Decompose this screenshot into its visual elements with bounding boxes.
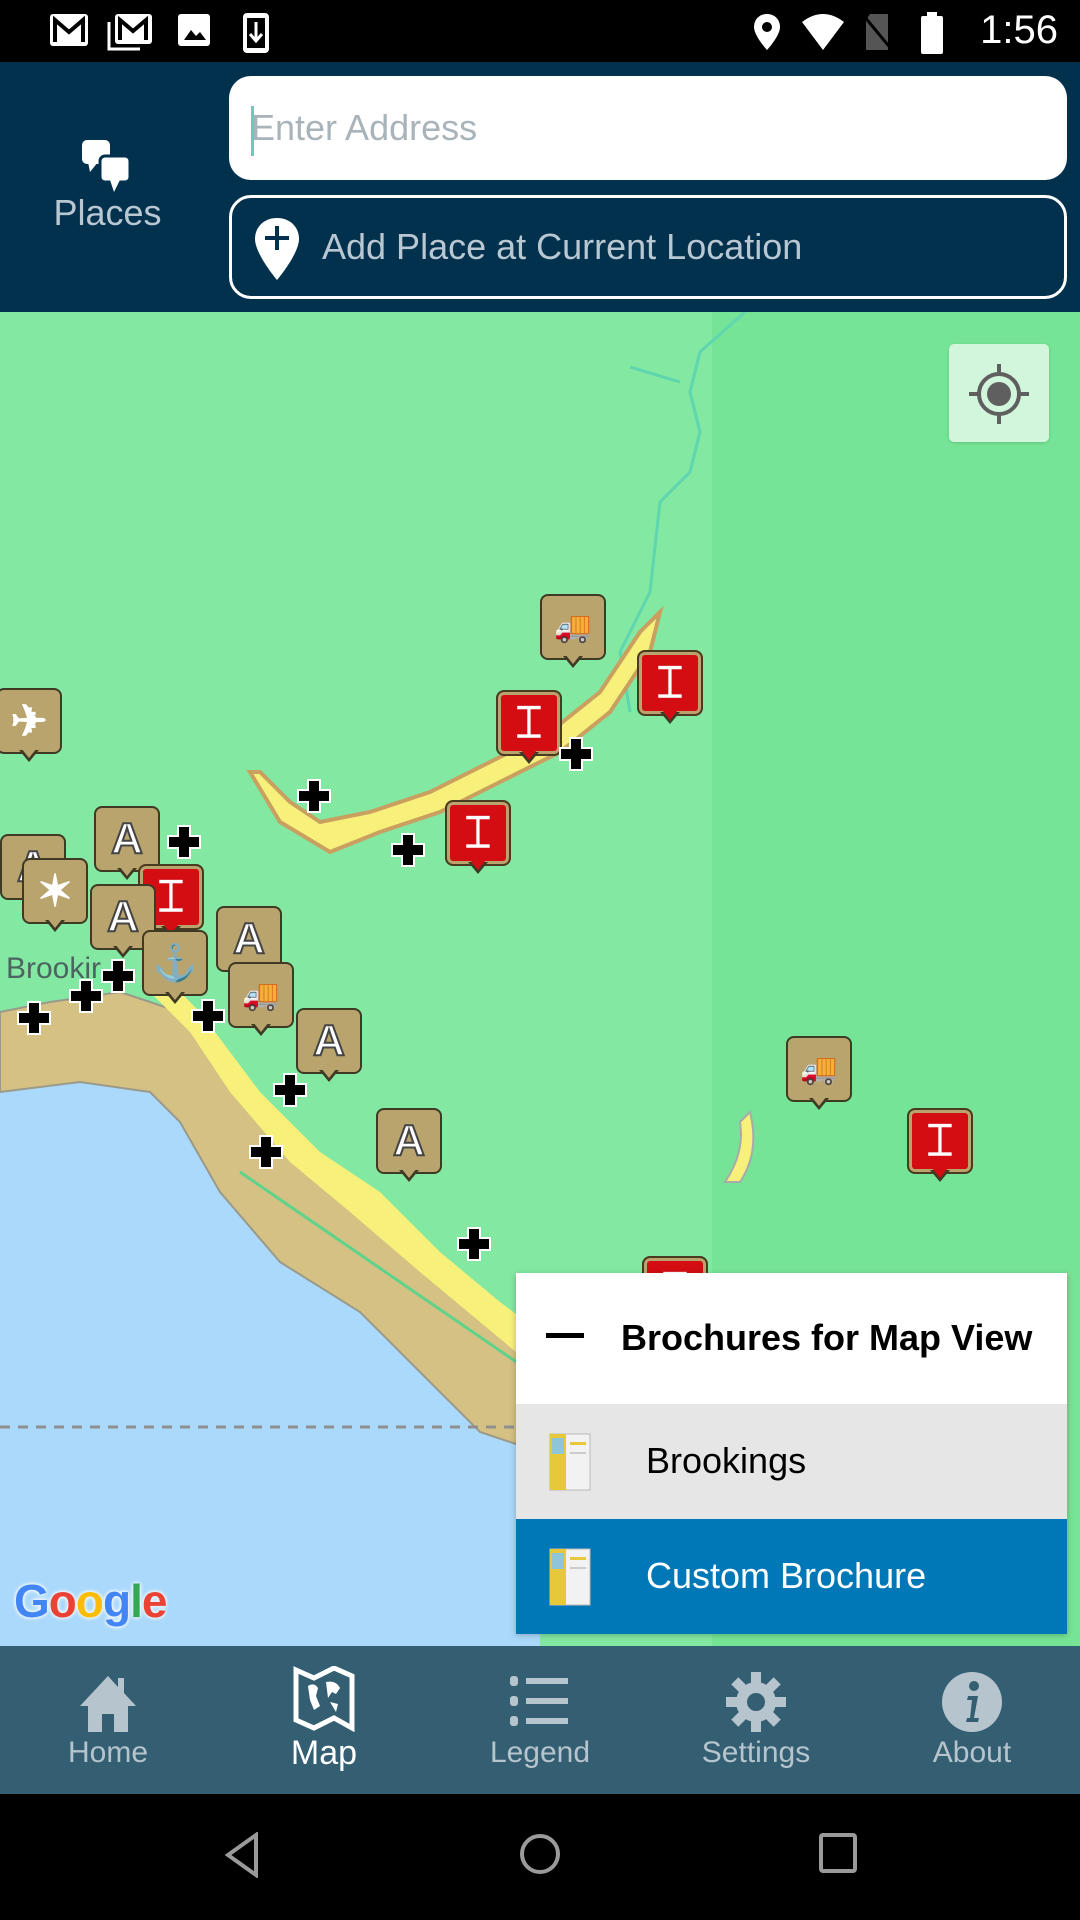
- cross-icon[interactable]: [456, 1226, 492, 1262]
- image-icon: [178, 14, 210, 46]
- map-marker-bridge[interactable]: ⌶: [637, 650, 703, 728]
- my-location-icon: [969, 364, 1029, 424]
- places-icon: [82, 140, 132, 192]
- map-marker-campground[interactable]: A: [376, 1108, 442, 1186]
- cross-icon[interactable]: [190, 998, 226, 1034]
- cross-icon[interactable]: [390, 832, 426, 868]
- cross-icon[interactable]: [272, 1072, 308, 1108]
- info-icon: [942, 1672, 1002, 1732]
- map-marker-bridge[interactable]: ⌶: [907, 1108, 973, 1186]
- places-label: Places: [53, 192, 162, 233]
- bottom-tab-bar: Home Map Legend Settings About: [0, 1646, 1080, 1794]
- map-marker-food-truck[interactable]: 🚚: [786, 1036, 852, 1114]
- brochure-label: Brookings: [646, 1440, 807, 1481]
- cross-icon[interactable]: [100, 958, 136, 994]
- tab-label: Home: [67, 1736, 149, 1769]
- list-icon: [510, 1676, 568, 1726]
- download-icon: [243, 13, 269, 53]
- cross-icon[interactable]: [166, 824, 202, 860]
- map-marker-sheriff[interactable]: ✶: [22, 858, 88, 936]
- tab-label: About: [932, 1736, 1012, 1769]
- map-marker-airport[interactable]: ✈: [0, 688, 62, 766]
- my-location-button[interactable]: [949, 344, 1049, 442]
- map-town-label: Brookir: [6, 952, 102, 985]
- cross-icon[interactable]: [16, 1000, 52, 1036]
- tab-label: Settings: [701, 1736, 811, 1769]
- cross-icon[interactable]: [296, 778, 332, 814]
- battery-icon: [921, 12, 943, 54]
- home-icon: [80, 1676, 136, 1732]
- tab-about[interactable]: About: [864, 1646, 1080, 1794]
- gmail-stack-icon: [107, 14, 152, 51]
- location-icon: [754, 14, 780, 50]
- tab-home[interactable]: Home: [0, 1646, 216, 1794]
- tab-map[interactable]: Map: [216, 1646, 432, 1794]
- map-marker-harbor[interactable]: ⚓: [142, 930, 208, 1008]
- home-nav-icon[interactable]: [518, 1832, 562, 1876]
- brochure-item-custom[interactable]: Custom Brochure: [516, 1519, 1067, 1634]
- wifi-icon: [802, 14, 844, 50]
- map-marker-bridge[interactable]: ⌶: [445, 800, 511, 878]
- add-place-button[interactable]: Add Place at Current Location: [229, 195, 1067, 299]
- address-input[interactable]: [229, 76, 1067, 180]
- no-sim-icon: [862, 14, 894, 51]
- map-marker-food-truck[interactable]: 🚚: [540, 594, 606, 672]
- map-marker-food-truck[interactable]: 🚚: [228, 962, 294, 1040]
- brochures-panel: Brochures for Map View Brookings Custom …: [516, 1273, 1067, 1634]
- brochure-item-brookings[interactable]: Brookings: [516, 1404, 1067, 1519]
- tab-label: Map: [290, 1734, 358, 1772]
- recents-icon[interactable]: [818, 1832, 858, 1874]
- add-pin-icon: [255, 218, 299, 280]
- add-place-label: Add Place at Current Location: [322, 226, 803, 267]
- map-marker-bridge[interactable]: ⌶: [496, 690, 562, 768]
- back-icon[interactable]: [222, 1832, 262, 1878]
- brochure-icon: [549, 1548, 591, 1606]
- places-button[interactable]: Places: [0, 62, 215, 312]
- gmail-icon: [50, 14, 88, 46]
- system-nav-bar: [0, 1794, 1080, 1920]
- cross-icon[interactable]: [558, 736, 594, 772]
- brochure-label: Custom Brochure: [646, 1555, 927, 1596]
- map-icon: [293, 1666, 355, 1732]
- collapse-icon[interactable]: [546, 1333, 584, 1338]
- cross-icon[interactable]: [248, 1134, 284, 1170]
- status-bar: 1:56: [0, 0, 1080, 62]
- brochure-icon: [549, 1433, 591, 1491]
- tab-legend[interactable]: Legend: [432, 1646, 648, 1794]
- text-caret: [251, 106, 254, 156]
- brochures-title: Brochures for Map View: [621, 1317, 1033, 1358]
- tab-label: Legend: [489, 1736, 591, 1769]
- google-attribution: Google: [14, 1575, 167, 1627]
- status-time: 1:56: [980, 8, 1058, 52]
- app-header: Places Add Place at Current Location: [0, 62, 1080, 312]
- brochures-header[interactable]: Brochures for Map View: [516, 1273, 1067, 1403]
- tab-settings[interactable]: Settings: [648, 1646, 864, 1794]
- gear-icon: [726, 1672, 786, 1732]
